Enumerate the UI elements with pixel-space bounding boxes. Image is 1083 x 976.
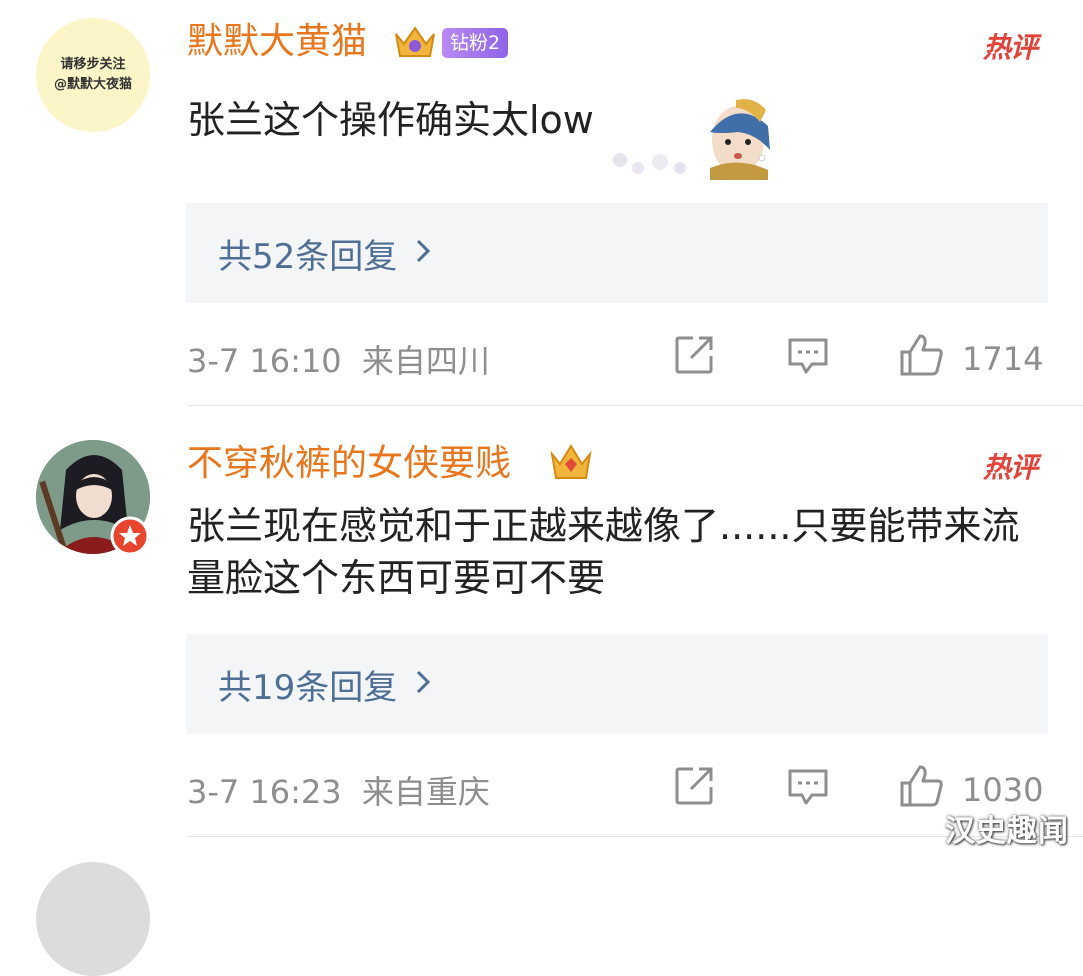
comment-bubble-icon [786, 765, 830, 817]
comment-location: 来自重庆 [361, 773, 490, 811]
verified-badge-icon [110, 516, 150, 560]
comment-time: 3-7 16:10 [187, 342, 342, 380]
comment-meta: 3-7 16:23 来自重庆 [187, 767, 490, 813]
comment-text: 张兰现在感觉和于正越来越像了......只要能带来流量脸这个东西可要可不要 [187, 504, 1020, 600]
comment-button[interactable] [786, 765, 830, 817]
girl-with-pearl-sticker-icon [598, 96, 778, 184]
comment-time: 3-7 16:23 [187, 773, 342, 811]
comment-meta: 3-7 16:10 来自四川 [187, 336, 490, 382]
thumbs-up-icon [898, 763, 946, 817]
share-icon [673, 765, 715, 815]
comment-location: 来自四川 [361, 342, 490, 380]
hot-comment-badge: 热评 [982, 31, 1038, 64]
username[interactable]: 默默大黄猫 [187, 20, 367, 64]
comment-divider [187, 405, 1083, 406]
fan-badge: 钻粉2 [442, 28, 509, 58]
comment-bubble-icon [786, 334, 830, 386]
share-button[interactable] [673, 334, 715, 384]
view-replies-button[interactable]: 共19条回复 [186, 634, 1048, 734]
username[interactable]: 不穿秋裤的女侠要贱 [187, 442, 511, 486]
share-button[interactable] [673, 765, 715, 815]
like-count: 1714 [962, 340, 1044, 378]
avatar[interactable]: 请移步关注 @默默大夜猫 [36, 18, 150, 132]
chevron-right-icon [415, 664, 431, 704]
avatar-text-line2: @默默大夜猫 [53, 77, 132, 92]
replies-count: 共52条回复 [218, 236, 398, 277]
thumbs-up-icon [898, 332, 946, 386]
hot-comment-badge: 热评 [982, 451, 1038, 484]
avatar-text-line1: 请移步关注 [60, 57, 126, 72]
like-button[interactable]: 1714 [898, 332, 1043, 386]
badge-row: 钻粉2 [392, 22, 509, 64]
next-comment-avatar [36, 862, 150, 976]
share-icon [673, 334, 715, 384]
crown-icon [548, 440, 594, 488]
like-count: 1030 [962, 771, 1044, 809]
watermark: 汉史趣闻 [945, 814, 1069, 849]
replies-count: 共19条回复 [218, 667, 398, 708]
view-replies-button[interactable]: 共52条回复 [186, 203, 1048, 303]
chevron-right-icon [415, 233, 431, 273]
crown-icon [392, 22, 438, 64]
comment-button[interactable] [786, 334, 830, 386]
